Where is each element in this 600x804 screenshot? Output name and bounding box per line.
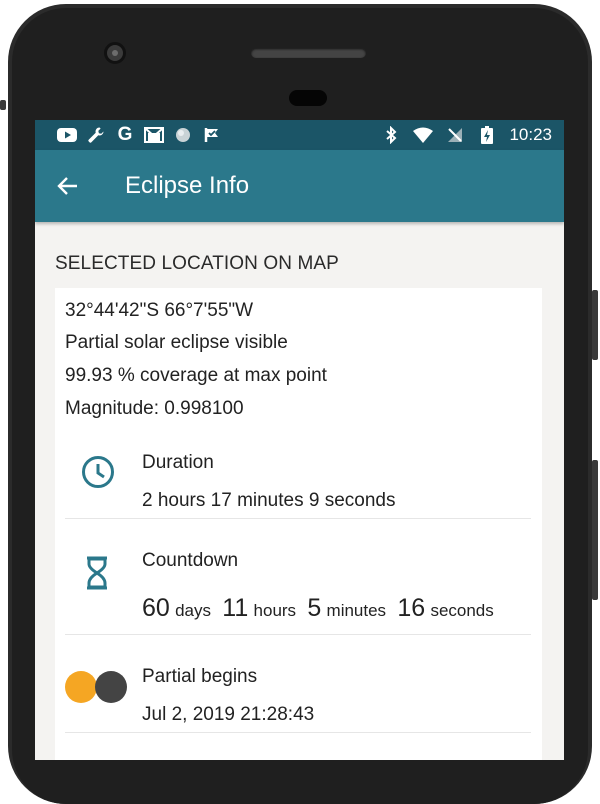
status-bar: G 10:23 (35, 120, 564, 150)
gmail-icon (144, 126, 164, 144)
partial-eclipse-icon (65, 669, 129, 709)
wrench-icon (86, 126, 106, 144)
circle-icon (173, 126, 193, 144)
wifi-icon (413, 126, 434, 144)
duration-row: Duration 2 hours 17 minutes 9 seconds (65, 438, 531, 518)
countdown-hours: 11 (222, 594, 249, 622)
partial-begins-row: Partial begins Jul 2, 2019 21:28:43 (65, 652, 531, 732)
duration-label: Duration (142, 452, 214, 473)
countdown-days-unit: days (175, 601, 212, 620)
countdown-days: 60 (142, 594, 170, 622)
coverage-text: 99.93 % coverage at max point (65, 365, 327, 386)
back-button[interactable] (35, 150, 103, 222)
google-icon: G (117, 124, 133, 145)
countdown-seconds-unit: seconds (430, 601, 494, 620)
page-title: Eclipse Info (125, 172, 250, 199)
earpiece-speaker (251, 48, 366, 58)
duration-value: 2 hours 17 minutes 9 seconds (142, 490, 396, 511)
countdown-minutes: 5 (307, 594, 322, 622)
partial-begins-value: Jul 2, 2019 21:28:43 (142, 704, 315, 725)
countdown-minutes-unit: minutes (326, 601, 387, 620)
divider (65, 732, 531, 733)
battery-charging-icon (477, 126, 497, 144)
bluetooth-icon (381, 126, 401, 144)
partial-begins-label: Partial begins (142, 666, 258, 687)
phone-screen: G 10:23 Eclipse Info SELECTED LOCATION O… (35, 120, 564, 760)
app-bar: Eclipse Info (35, 150, 564, 222)
clock-icon (81, 455, 115, 493)
location-info-card: 32°44'42"S 66°7'55"W Partial solar eclip… (55, 288, 542, 760)
volume-button (592, 290, 598, 360)
no-signal-icon (445, 126, 465, 144)
countdown-value: 60 days 11 hours 5 minutes 16 seconds (142, 594, 500, 623)
visibility-text: Partial solar eclipse visible (65, 332, 288, 353)
countdown-hours-unit: hours (253, 601, 297, 620)
magnitude-text: Magnitude: 0.998100 (65, 398, 244, 419)
countdown-label: Countdown (142, 550, 239, 571)
countdown-seconds: 16 (397, 594, 426, 622)
front-camera (104, 42, 126, 64)
side-notch (0, 100, 6, 110)
status-time: 10:23 (509, 125, 552, 144)
divider (65, 518, 531, 519)
proximity-sensor (289, 90, 327, 106)
flag-check-icon (202, 126, 222, 144)
coordinates-text: 32°44'42"S 66°7'55"W (65, 300, 254, 321)
countdown-row: Countdown 60 days 11 hours 5 minutes 16 … (65, 536, 531, 632)
youtube-icon (57, 126, 77, 144)
hourglass-icon (85, 556, 109, 594)
divider (65, 634, 531, 635)
power-button (592, 460, 598, 600)
arrow-back-icon (57, 177, 77, 195)
section-header: SELECTED LOCATION ON MAP (35, 222, 564, 274)
section-header-label: SELECTED LOCATION ON MAP (55, 253, 339, 274)
